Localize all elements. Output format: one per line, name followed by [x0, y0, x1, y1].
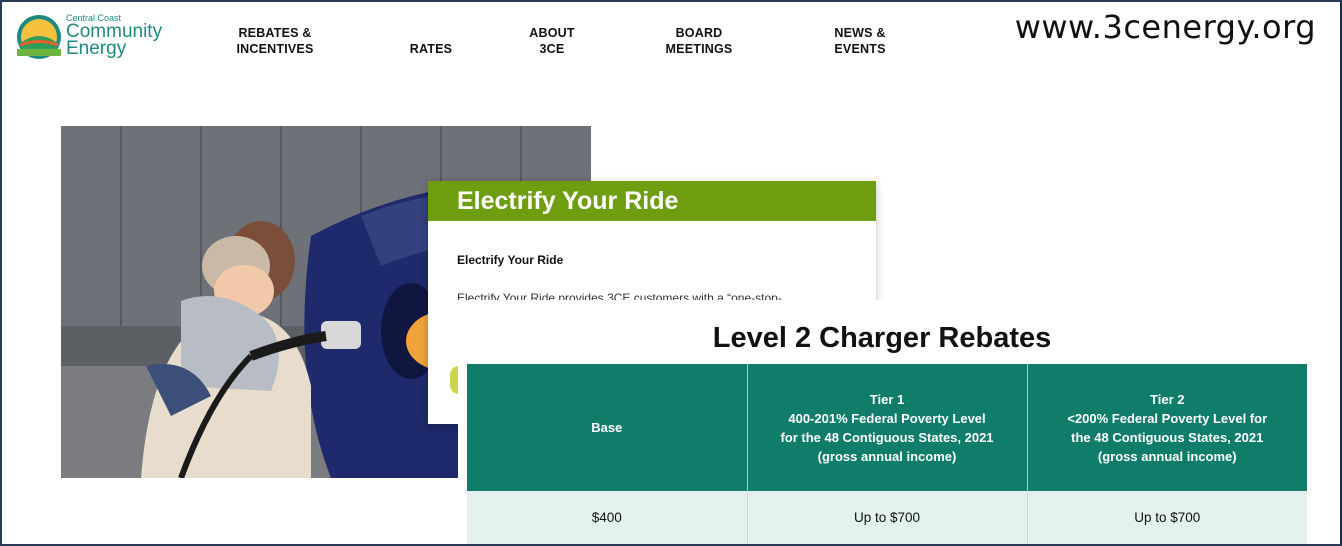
- nav-label-line1: [398, 25, 464, 41]
- column-header-tier-2: Tier 2 <200% Federal Poverty Level for t…: [1027, 364, 1307, 491]
- card-subheading: Electrify Your Ride: [457, 253, 564, 267]
- nav-label-line1: NEWS &: [834, 26, 886, 40]
- nav-label-line2: EVENTS: [834, 42, 886, 56]
- nav-label-line2: RATES: [409, 42, 453, 56]
- table-header-row: Base Tier 1 400-201% Federal Poverty Lev…: [467, 364, 1307, 491]
- nav-label-line2: 3CE: [539, 42, 565, 56]
- card-heading: Electrify Your Ride: [428, 181, 876, 221]
- column-header-line: (gross annual income): [1097, 448, 1237, 464]
- column-header-line: 400-201% Federal Poverty Level: [788, 410, 986, 426]
- logo-text: Central Coast Community Energy: [66, 14, 162, 59]
- nav-about-3ce[interactable]: ABOUT 3CE: [517, 25, 587, 57]
- nav-label-line2: MEETINGS: [665, 42, 733, 56]
- logo-line-2: Energy: [66, 38, 127, 59]
- column-header-line: Base: [591, 420, 623, 435]
- nav-label-line1: REBATES &: [238, 26, 312, 40]
- nav-board-meetings[interactable]: BOARD MEETINGS: [655, 25, 743, 57]
- nav-news-events[interactable]: NEWS & EVENTS: [820, 25, 900, 57]
- column-header-base: Base: [467, 364, 748, 491]
- nav-rates[interactable]: RATES: [398, 25, 464, 57]
- cell-base-amount: $400: [467, 491, 748, 544]
- nav-label-line2: INCENTIVES: [236, 42, 314, 56]
- cell-tier-2-amount: Up to $700: [1027, 491, 1307, 544]
- column-header-line: Tier 2: [1150, 391, 1185, 407]
- column-header-line: the 48 Contiguous States, 2021: [1071, 429, 1264, 445]
- nav-label-line1: ABOUT: [529, 26, 575, 40]
- column-header-line: for the 48 Contiguous States, 2021: [780, 429, 994, 445]
- website-url: www.3cenergy.org: [1014, 8, 1316, 46]
- column-header-line: Tier 1: [869, 391, 905, 407]
- table-row: $400 Up to $700 Up to $700: [467, 491, 1307, 544]
- column-header-line: (gross annual income): [817, 448, 957, 464]
- column-header-tier-1: Tier 1 400-201% Federal Poverty Level fo…: [747, 364, 1028, 491]
- cell-tier-1-amount: Up to $700: [747, 491, 1028, 544]
- rebates-title: Level 2 Charger Rebates: [712, 322, 1052, 354]
- rebates-table: Base Tier 1 400-201% Federal Poverty Lev…: [467, 364, 1307, 544]
- nav-label-line1: BOARD: [675, 26, 723, 40]
- nav-rebates-incentives[interactable]: REBATES & INCENTIVES: [226, 25, 324, 57]
- rebates-panel: Level 2 Charger Rebates Base Tier 1 400-…: [458, 300, 1342, 546]
- column-header-line: <200% Federal Poverty Level for: [1067, 410, 1268, 426]
